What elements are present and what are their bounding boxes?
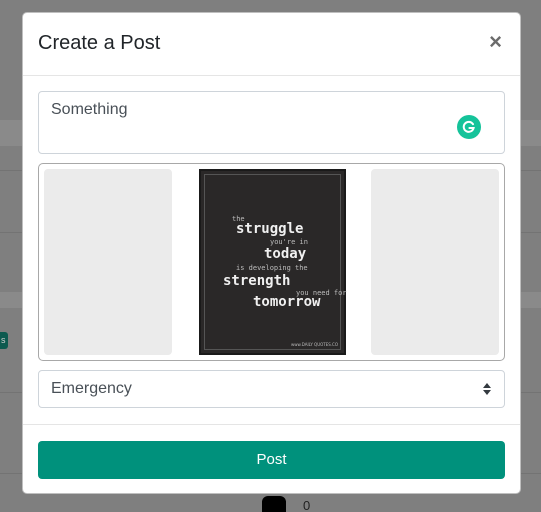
image-placeholder-left: [44, 169, 172, 355]
quote-poster-image: the struggle you're in today is developi…: [199, 169, 347, 355]
modal-footer-divider: [23, 424, 520, 425]
post-text-input[interactable]: Something: [38, 91, 505, 154]
poster-line: today: [264, 246, 307, 262]
modal-header: Create a Post ×: [23, 13, 520, 76]
category-selected-value: Emergency: [51, 380, 132, 397]
poster-line: tomorrow: [253, 294, 321, 310]
poster-line: strength: [223, 273, 291, 289]
post-text-value: Something: [51, 101, 128, 118]
background-dark-element: [262, 496, 286, 512]
background-counter: 0: [303, 498, 311, 512]
background-badge: s: [0, 332, 8, 349]
poster-line: you're in: [270, 238, 308, 246]
close-icon[interactable]: ×: [489, 30, 502, 54]
grammarly-icon[interactable]: [457, 115, 481, 139]
poster-credit: www.DAILY QUOTES.CO: [290, 342, 338, 347]
image-placeholder-right: [371, 169, 499, 355]
poster-line: is developing the: [236, 264, 308, 272]
poster-line: struggle: [236, 221, 304, 237]
select-arrows-icon: [483, 383, 491, 395]
create-post-modal: Create a Post × Something the struggle y…: [22, 12, 521, 494]
image-preview-carousel[interactable]: the struggle you're in today is developi…: [38, 163, 505, 361]
category-select[interactable]: Emergency: [38, 370, 505, 408]
post-button[interactable]: Post: [38, 441, 505, 479]
modal-title: Create a Post: [38, 32, 161, 54]
poster-frame: [204, 174, 341, 350]
